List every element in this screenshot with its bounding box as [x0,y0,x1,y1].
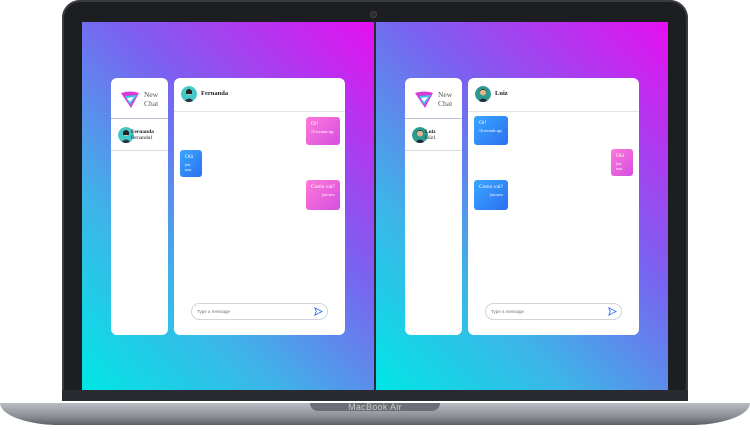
message-input-bar [191,303,328,320]
message-bubble-in: Oi! 10 seconds ago [474,116,508,145]
send-icon[interactable] [314,307,323,316]
chat-avatar [181,86,197,102]
message-text: Oi! [479,120,487,126]
message-text: Oi! [311,121,319,127]
chat-header: Fernanda [174,78,345,112]
contact-item[interactable]: Luiz luiz1 [405,120,462,151]
chat-window: Fernanda Oi! 10 seconds ago Olá just now… [174,78,345,335]
message-input[interactable] [491,307,601,316]
sidebar-resize-handle[interactable]: ◦ [464,96,466,104]
new-chat-button[interactable]: New Chat [438,90,458,108]
message-time: just now [490,193,503,197]
message-time: 10 seconds ago [311,130,335,134]
sidebar: New Chat Fernanda fernanda1 [111,78,168,335]
message-text: Como vai? [479,184,503,190]
message-bubble-in: Olá just now [180,150,202,177]
chat-contact-name: Fernanda [201,90,229,97]
screen: New Chat Fernanda fernanda1 ◦ Fernanda O… [82,22,668,390]
chat-app-panel-fernanda: New Chat Fernanda fernanda1 ◦ Fernanda O… [82,22,374,390]
chat-contact-name: Luiz [495,90,508,97]
app-logo-icon [415,91,433,108]
message-text: Olá [616,153,624,159]
new-chat-button[interactable]: New Chat [144,90,164,108]
message-bubble-in: Como vai? just now [474,180,508,210]
app-logo-icon [121,91,139,108]
message-bubble-out: Oi! 10 seconds ago [306,117,340,145]
chat-window: Luiz Oi! 10 seconds ago Olá just now Com… [468,78,639,335]
chat-app-panel-luiz: New Chat Luiz luiz1 ◦ Luiz Oi! 10 second… [376,22,668,390]
contact-username: fernanda1 [131,135,153,141]
message-time: just now [616,162,623,171]
send-icon[interactable] [608,307,617,316]
message-time: just now [185,163,192,172]
sidebar-resize-handle[interactable]: ◦ [169,96,171,104]
brand-header: New Chat [405,78,462,119]
device-label: MacBook Air [348,402,402,412]
chat-avatar [475,86,491,102]
message-input[interactable] [197,307,307,316]
message-bubble-out: Como vai? just now [306,180,340,210]
camera-dot [371,12,376,17]
contact-username: luiz1 [425,135,436,141]
sidebar: New Chat Luiz luiz1 [405,78,462,335]
message-text: Olá [185,154,193,160]
contact-item[interactable]: Fernanda fernanda1 [111,120,168,151]
message-text: Como vai? [311,184,335,190]
message-input-bar [485,303,622,320]
chat-header: Luiz [468,78,639,112]
message-time: just now [322,193,335,197]
message-bubble-out: Olá just now [611,149,633,176]
message-time: 10 seconds ago [479,129,503,133]
brand-header: New Chat [111,78,168,119]
